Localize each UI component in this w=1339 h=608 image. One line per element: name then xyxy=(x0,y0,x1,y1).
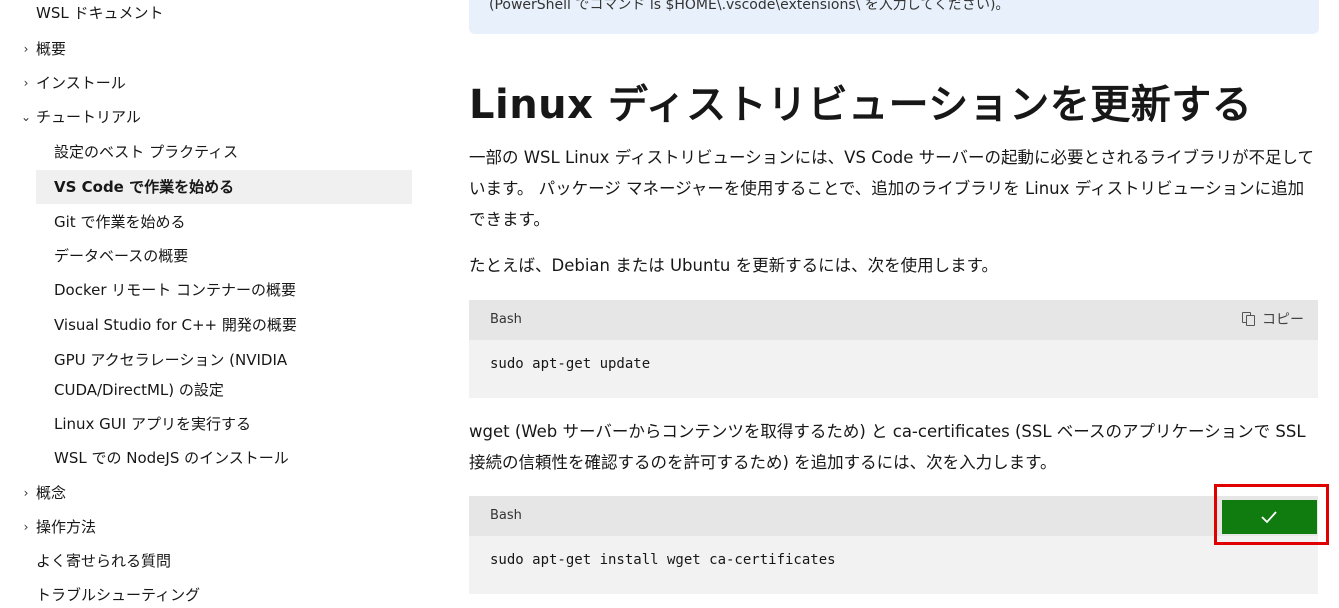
sidebar-item-vscode[interactable]: VS Code で作業を始める xyxy=(36,170,412,204)
code-text: sudo apt-get install wget ca-certificate… xyxy=(490,552,836,568)
sidebar-item-label: WSL での NodeJS のインストール xyxy=(54,449,289,467)
note-text: (PowerShell でコマンド ls $HOME\.vscode\exten… xyxy=(489,0,1010,13)
copy-button-label: コピー xyxy=(1262,312,1304,328)
sidebar-item-label: 概念 xyxy=(36,484,67,502)
sidebar-item-label: GPU アクセラレーション (NVIDIA CUDA/DirectML) の設定 xyxy=(54,351,288,399)
sidebar-item-label: 操作方法 xyxy=(36,518,97,536)
code-language-label: Bash xyxy=(490,508,522,523)
sidebar-item-troubleshooting[interactable]: トラブルシューティング xyxy=(0,578,412,608)
sidebar-item-gpu[interactable]: GPU アクセラレーション (NVIDIA CUDA/DirectML) の設定 xyxy=(0,345,412,407)
paragraph-example: たとえば、Debian または Ubuntu を更新するには、次を使用します。 xyxy=(469,256,998,275)
paragraph-wget: wget (Web サーバーからコンテンツを取得するため) と ca-certi… xyxy=(469,422,1306,472)
sidebar-item-label: データベースの概要 xyxy=(54,247,189,265)
section-heading: Linux ディストリビューションを更新する xyxy=(469,82,1253,128)
sidebar-item-label: トラブルシューティング xyxy=(36,586,201,604)
sidebar-item-label: WSL ドキュメント xyxy=(36,4,164,22)
chevron-right-icon: › xyxy=(23,486,29,500)
sidebar-item-faq[interactable]: よく寄せられる質問 xyxy=(0,544,412,578)
sidebar-item-docker[interactable]: Docker リモート コンテナーの概要 xyxy=(0,273,412,307)
copy-icon xyxy=(1242,312,1256,326)
chevron-right-icon: › xyxy=(23,42,29,56)
sidebar-item-label: Linux GUI アプリを実行する xyxy=(54,415,251,433)
sidebar-item-label: よく寄せられる質問 xyxy=(36,552,172,570)
code-block-install: Bash sudo apt-get install wget ca-certif… xyxy=(469,496,1318,594)
sidebar-item-install[interactable]: › インストール xyxy=(0,66,412,100)
sidebar-item-label: チュートリアル xyxy=(36,108,141,126)
code-block-update: Bash コピー sudo apt-get update xyxy=(469,300,1318,398)
note-box: (PowerShell でコマンド ls $HOME\.vscode\exten… xyxy=(469,0,1319,34)
sidebar-toc: WSL ドキュメント › 概要 › インストール ⌄ チュートリアル 設定のベス… xyxy=(0,0,420,608)
code-header: Bash コピー xyxy=(469,300,1318,340)
sidebar-item-wsl-docs[interactable]: WSL ドキュメント xyxy=(0,0,412,30)
highlight-box xyxy=(1214,484,1329,545)
sidebar-item-best-practices[interactable]: 設定のベスト プラクティス xyxy=(0,135,412,169)
copy-button[interactable]: コピー xyxy=(1242,309,1304,331)
sidebar-item-git[interactable]: Git で作業を始める xyxy=(0,205,412,239)
sidebar-item-linux-gui[interactable]: Linux GUI アプリを実行する xyxy=(0,407,412,441)
sidebar-item-overview[interactable]: › 概要 xyxy=(0,32,412,66)
sidebar-item-label: Visual Studio for C++ 開発の概要 xyxy=(54,316,297,334)
sidebar-item-nodejs[interactable]: WSL での NodeJS のインストール xyxy=(0,441,412,475)
sidebar-item-label: インストール xyxy=(36,74,126,92)
sidebar-item-databases[interactable]: データベースの概要 xyxy=(0,239,412,273)
chevron-right-icon: › xyxy=(23,520,29,534)
sidebar-item-concepts[interactable]: › 概念 xyxy=(0,476,412,510)
sidebar-item-label: 設定のベスト プラクティス xyxy=(54,143,239,161)
sidebar-item-label: Docker リモート コンテナーの概要 xyxy=(54,281,297,299)
sidebar-item-tutorials[interactable]: ⌄ チュートリアル xyxy=(0,100,412,134)
sidebar-item-label: VS Code で作業を始める xyxy=(54,178,235,196)
code-language-label: Bash xyxy=(490,312,522,327)
paragraph-intro: 一部の WSL Linux ディストリビューションには、VS Code サーバー… xyxy=(469,148,1315,229)
code-header: Bash xyxy=(469,496,1318,536)
sidebar-item-label: 概要 xyxy=(36,40,67,58)
chevron-down-icon: ⌄ xyxy=(20,110,32,124)
sidebar-item-how-to[interactable]: › 操作方法 xyxy=(0,510,412,544)
sidebar-item-visual-studio[interactable]: Visual Studio for C++ 開発の概要 xyxy=(0,308,412,342)
chevron-right-icon: › xyxy=(23,76,29,90)
sidebar-item-label: Git で作業を始める xyxy=(54,213,186,231)
code-text: sudo apt-get update xyxy=(490,356,651,372)
